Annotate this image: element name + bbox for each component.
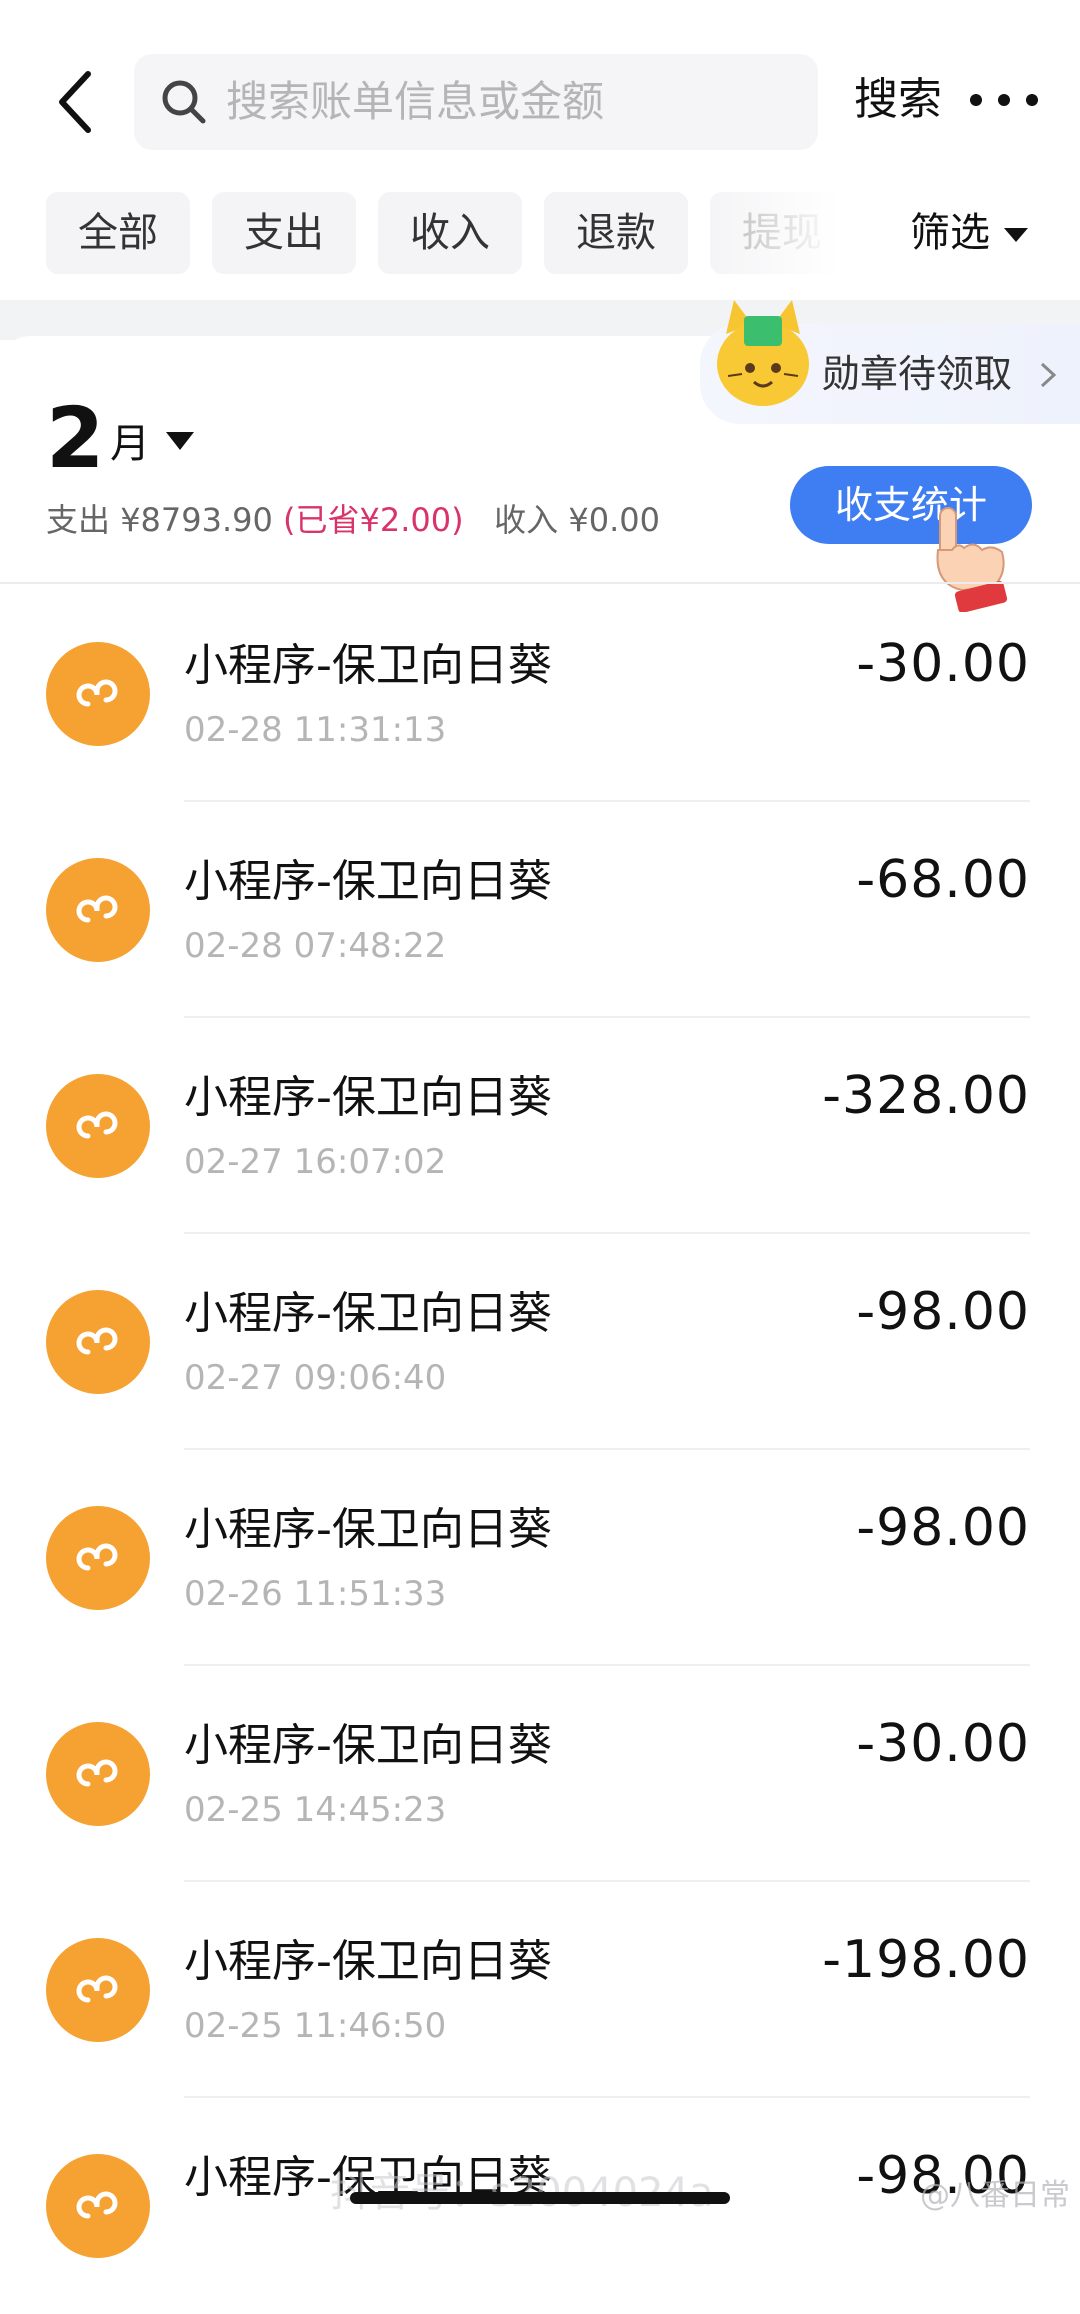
transaction-row[interactable]: 小程序-保卫向日葵 02-26 11:51:33 -98.00 <box>0 1450 1080 1666</box>
transaction-title: 小程序-保卫向日葵 <box>184 1720 552 1771</box>
transaction-time: 02-28 07:48:22 <box>184 926 447 966</box>
transaction-time: 02-26 11:51:33 <box>184 1574 447 1614</box>
divider <box>0 582 1080 584</box>
transaction-title: 小程序-保卫向日葵 <box>184 1504 552 1555</box>
transaction-amount: -98.00 <box>856 1498 1030 1558</box>
tab-expense[interactable]: 支出 <box>212 192 356 274</box>
transaction-title: 小程序-保卫向日葵 <box>184 856 552 907</box>
watermark: 抖音号：s2004024a <box>330 2160 714 2218</box>
transaction-row[interactable]: 小程序-保卫向日葵 02-28 07:48:22 -68.00 <box>0 802 1080 1018</box>
income-label: 收入 <box>494 501 559 539</box>
chevron-right-icon <box>1040 362 1057 388</box>
transaction-row[interactable]: 小程序-保卫向日葵 02-27 09:06:40 -98.00 <box>0 1234 1080 1450</box>
filter-label: 筛选 <box>910 210 990 256</box>
transaction-title: 小程序-保卫向日葵 <box>184 640 552 691</box>
transaction-row[interactable]: 小程序-保卫向日葵 02-25 11:46:50 -198.00 <box>0 1882 1080 2098</box>
transaction-amount: -30.00 <box>856 634 1030 694</box>
saved-amount: (已省¥2.00) <box>283 501 464 539</box>
tab-refund[interactable]: 退款 <box>544 192 688 274</box>
transaction-amount: -68.00 <box>856 850 1030 910</box>
search-input[interactable]: 搜索账单信息或金额 <box>134 54 818 150</box>
transaction-row[interactable]: 小程序-保卫向日葵 02-27 16:07:02 -328.00 <box>0 1018 1080 1234</box>
cat-mascot-icon <box>717 300 809 406</box>
tabs-fade-overlay <box>700 192 900 278</box>
transaction-time: 02-27 16:07:02 <box>184 1142 447 1182</box>
more-dots-icon[interactable] <box>966 80 1046 120</box>
transaction-time: 02-28 11:31:13 <box>184 710 447 750</box>
transaction-amount: -198.00 <box>822 1930 1030 1990</box>
tab-all[interactable]: 全部 <box>46 192 190 274</box>
mini-program-icon <box>46 858 150 962</box>
transaction-amount: -30.00 <box>856 1714 1030 1774</box>
chevron-left-icon <box>59 71 91 133</box>
back-button[interactable] <box>48 62 108 142</box>
filter-button[interactable]: 筛选 <box>910 192 1028 274</box>
home-indicator[interactable] <box>350 2192 730 2204</box>
transaction-time: 02-25 11:46:50 <box>184 2006 447 2046</box>
transaction-time: 02-25 14:45:23 <box>184 1790 447 1830</box>
mini-program-icon <box>46 1074 150 1178</box>
tab-income[interactable]: 收入 <box>378 192 522 274</box>
top-bar: 搜索账单信息或金额 搜索 <box>0 0 1080 190</box>
transaction-amount: -328.00 <box>822 1066 1030 1126</box>
mini-program-icon <box>46 1722 150 1826</box>
badge-banner[interactable]: 勋章待领取 <box>700 300 1080 424</box>
summary-totals: 支出 ¥8793.90 (已省¥2.00) 收入 ¥0.00 <box>46 496 660 544</box>
badge-label: 勋章待领取 <box>822 352 1013 396</box>
filter-tabs: 全部 支出 收入 退款 提现 筛选 <box>0 192 1080 282</box>
transaction-row[interactable]: 小程序-保卫向日葵 02-25 14:45:23 -30.00 <box>0 1666 1080 1882</box>
mini-program-icon <box>46 1290 150 1394</box>
mini-program-icon <box>46 642 150 746</box>
search-button[interactable]: 搜索 <box>854 68 942 132</box>
expense-label: 支出 <box>46 501 111 539</box>
transaction-row[interactable]: 小程序-保卫向日葵 02-28 11:31:13 -30.00 <box>0 586 1080 802</box>
transaction-amount: -98.00 <box>856 1282 1030 1342</box>
month-number[interactable]: 2 <box>46 390 104 486</box>
transaction-title: 小程序-保卫向日葵 <box>184 1072 552 1123</box>
mini-program-icon <box>46 2154 150 2258</box>
caret-down-icon[interactable] <box>166 432 194 450</box>
transaction-title: 小程序-保卫向日葵 <box>184 1936 552 1987</box>
transaction-time: 02-27 09:06:40 <box>184 1358 447 1398</box>
month-summary: 勋章待领取 2 月 支出 ¥8793.90 (已省¥2.00) 收入 ¥0.00… <box>0 300 1080 612</box>
month-unit[interactable]: 月 <box>110 414 150 474</box>
income-amount: ¥0.00 <box>568 501 660 539</box>
search-placeholder: 搜索账单信息或金额 <box>226 77 605 126</box>
expense-amount: ¥8793.90 <box>120 501 273 539</box>
watermark-credit: @八番日常 <box>920 2178 1070 2213</box>
mini-program-icon <box>46 1938 150 2042</box>
mini-program-icon <box>46 1506 150 1610</box>
transaction-title: 小程序-保卫向日葵 <box>184 1288 552 1339</box>
caret-down-icon <box>1004 228 1028 242</box>
search-icon <box>162 80 206 124</box>
